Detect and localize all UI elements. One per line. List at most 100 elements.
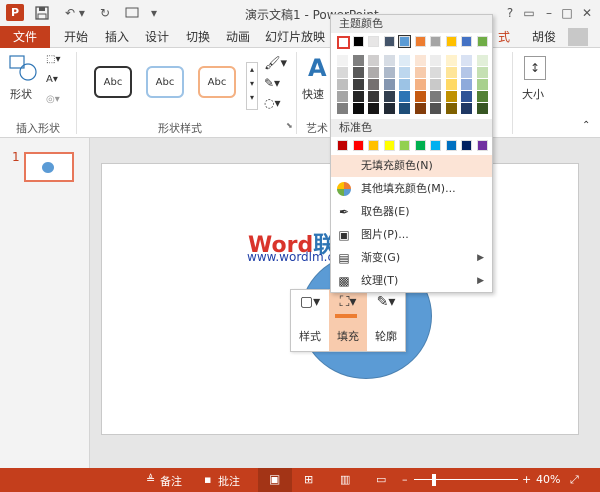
- theme-shade-swatch[interactable]: [399, 79, 410, 90]
- theme-shade-swatch[interactable]: [383, 103, 395, 114]
- theme-shade-swatch[interactable]: [399, 103, 410, 114]
- theme-shade-swatch[interactable]: [383, 79, 395, 90]
- redo-icon[interactable]: ↻: [95, 4, 115, 22]
- theme-shade-swatch[interactable]: [352, 103, 364, 114]
- tab-format[interactable]: 式: [494, 26, 514, 48]
- style-preset-blue[interactable]: Abc: [146, 66, 184, 98]
- mini-fill-button[interactable]: ⛶▾ 填充: [329, 290, 367, 351]
- save-icon[interactable]: [32, 4, 52, 22]
- theme-shade-swatch[interactable]: [399, 55, 410, 66]
- mini-outline-button[interactable]: ✎▾ 轮廓: [367, 290, 405, 351]
- theme-shade-swatch[interactable]: [368, 103, 379, 114]
- theme-shade-swatch[interactable]: [337, 55, 348, 66]
- theme-shade-swatch[interactable]: [352, 79, 364, 90]
- standard-color-swatch[interactable]: [414, 140, 426, 151]
- no-fill-item[interactable]: 无填充颜色(N): [331, 155, 492, 177]
- slideshow-view-icon[interactable]: ▭: [376, 473, 386, 486]
- theme-shade-swatch[interactable]: [476, 91, 488, 102]
- theme-color-swatch[interactable]: [476, 36, 488, 47]
- zoom-slider-thumb[interactable]: [432, 474, 436, 486]
- fit-to-window-icon[interactable]: ⤢: [570, 473, 579, 487]
- theme-shade-swatch[interactable]: [352, 67, 364, 78]
- standard-color-swatch[interactable]: [368, 140, 379, 151]
- shape-effects-icon[interactable]: ◌▾: [264, 96, 281, 110]
- theme-shade-swatch[interactable]: [430, 55, 441, 66]
- reading-view-icon[interactable]: ▥: [340, 473, 350, 486]
- comments-icon[interactable]: ▪: [204, 473, 211, 486]
- theme-shade-swatch[interactable]: [476, 67, 488, 78]
- theme-color-swatch[interactable]: [368, 36, 379, 47]
- theme-shade-swatch[interactable]: [414, 103, 426, 114]
- style-preset-orange[interactable]: Abc: [198, 66, 236, 98]
- merge-shapes-icon[interactable]: ◎▾: [46, 94, 66, 110]
- theme-shade-swatch[interactable]: [445, 67, 457, 78]
- ribbon-display-icon[interactable]: ▭: [520, 4, 538, 22]
- theme-shade-swatch[interactable]: [430, 79, 441, 90]
- slideshow-start-icon[interactable]: [122, 4, 142, 22]
- minimize-icon[interactable]: –: [540, 4, 558, 22]
- theme-shade-swatch[interactable]: [414, 67, 426, 78]
- collapse-ribbon-icon[interactable]: ⌃: [582, 120, 590, 131]
- theme-shade-swatch[interactable]: [368, 79, 379, 90]
- theme-shade-swatch[interactable]: [445, 91, 457, 102]
- theme-shade-swatch[interactable]: [383, 67, 395, 78]
- theme-color-swatch[interactable]: [398, 35, 411, 48]
- theme-shade-swatch[interactable]: [430, 103, 441, 114]
- theme-shade-swatch[interactable]: [352, 91, 364, 102]
- theme-shade-swatch[interactable]: [337, 103, 348, 114]
- theme-shade-swatch[interactable]: [399, 67, 410, 78]
- texture-fill-item[interactable]: ▩ 纹理(T) ▶: [331, 270, 492, 292]
- style-gallery-scroll[interactable]: ▴ ▾ ▾: [246, 62, 258, 110]
- theme-shade-swatch[interactable]: [461, 103, 472, 114]
- mini-style-button[interactable]: ▢▾ 样式: [291, 290, 329, 351]
- eyedropper-item[interactable]: ✒ 取色器(E): [331, 201, 492, 223]
- size-icon[interactable]: ↕: [524, 56, 546, 80]
- undo-icon[interactable]: ↶ ▾: [60, 4, 90, 22]
- theme-color-swatch[interactable]: [461, 36, 472, 47]
- standard-color-swatch[interactable]: [337, 140, 348, 151]
- maximize-icon[interactable]: □: [558, 4, 576, 22]
- theme-shade-swatch[interactable]: [383, 55, 395, 66]
- comments-button[interactable]: 批注: [218, 473, 240, 489]
- zoom-slider-track[interactable]: [414, 479, 518, 480]
- theme-shade-swatch[interactable]: [476, 79, 488, 90]
- theme-color-swatch[interactable]: [445, 36, 457, 47]
- tab-design[interactable]: 设计: [140, 26, 174, 48]
- avatar[interactable]: [568, 28, 588, 46]
- size-label[interactable]: 大小: [522, 86, 544, 102]
- theme-shade-swatch[interactable]: [414, 79, 426, 90]
- theme-shade-swatch[interactable]: [445, 79, 457, 90]
- user-name[interactable]: 胡俊: [524, 26, 564, 48]
- close-icon[interactable]: ✕: [578, 4, 596, 22]
- help-icon[interactable]: ?: [502, 4, 518, 22]
- notes-icon[interactable]: ≜: [146, 473, 155, 486]
- theme-shade-swatch[interactable]: [368, 55, 379, 66]
- standard-color-swatch[interactable]: [399, 140, 410, 151]
- picture-fill-item[interactable]: ▣ 图片(P)...: [331, 224, 492, 246]
- tab-file[interactable]: 文件: [0, 26, 50, 48]
- theme-shade-swatch[interactable]: [445, 55, 457, 66]
- theme-shade-swatch[interactable]: [430, 91, 441, 102]
- shapes-gallery-icon[interactable]: [8, 54, 38, 84]
- normal-view-button[interactable]: ▣: [258, 468, 292, 492]
- zoom-out-icon[interactable]: –: [402, 473, 408, 486]
- theme-shade-swatch[interactable]: [414, 55, 426, 66]
- theme-shade-swatch[interactable]: [368, 67, 379, 78]
- style-preset-black[interactable]: Abc: [94, 66, 132, 98]
- tab-transitions[interactable]: 切换: [180, 26, 216, 48]
- theme-shade-swatch[interactable]: [337, 67, 348, 78]
- theme-shade-swatch[interactable]: [383, 91, 395, 102]
- gradient-fill-item[interactable]: ▤ 渐变(G) ▶: [331, 247, 492, 269]
- tab-slideshow[interactable]: 幻灯片放映: [262, 26, 328, 48]
- theme-shade-swatch[interactable]: [414, 91, 426, 102]
- customize-toolbar-icon[interactable]: ▾: [147, 4, 161, 22]
- zoom-in-icon[interactable]: +: [522, 473, 531, 486]
- wordart-icon[interactable]: A: [308, 54, 327, 82]
- more-fill-colors-item[interactable]: 其他填充颜色(M)...: [331, 178, 492, 200]
- theme-shade-swatch[interactable]: [461, 67, 472, 78]
- slide-thumbnail[interactable]: [24, 152, 74, 182]
- theme-shade-swatch[interactable]: [337, 91, 348, 102]
- standard-color-swatch[interactable]: [430, 140, 441, 151]
- theme-shade-swatch[interactable]: [461, 55, 472, 66]
- theme-shade-swatch[interactable]: [476, 55, 488, 66]
